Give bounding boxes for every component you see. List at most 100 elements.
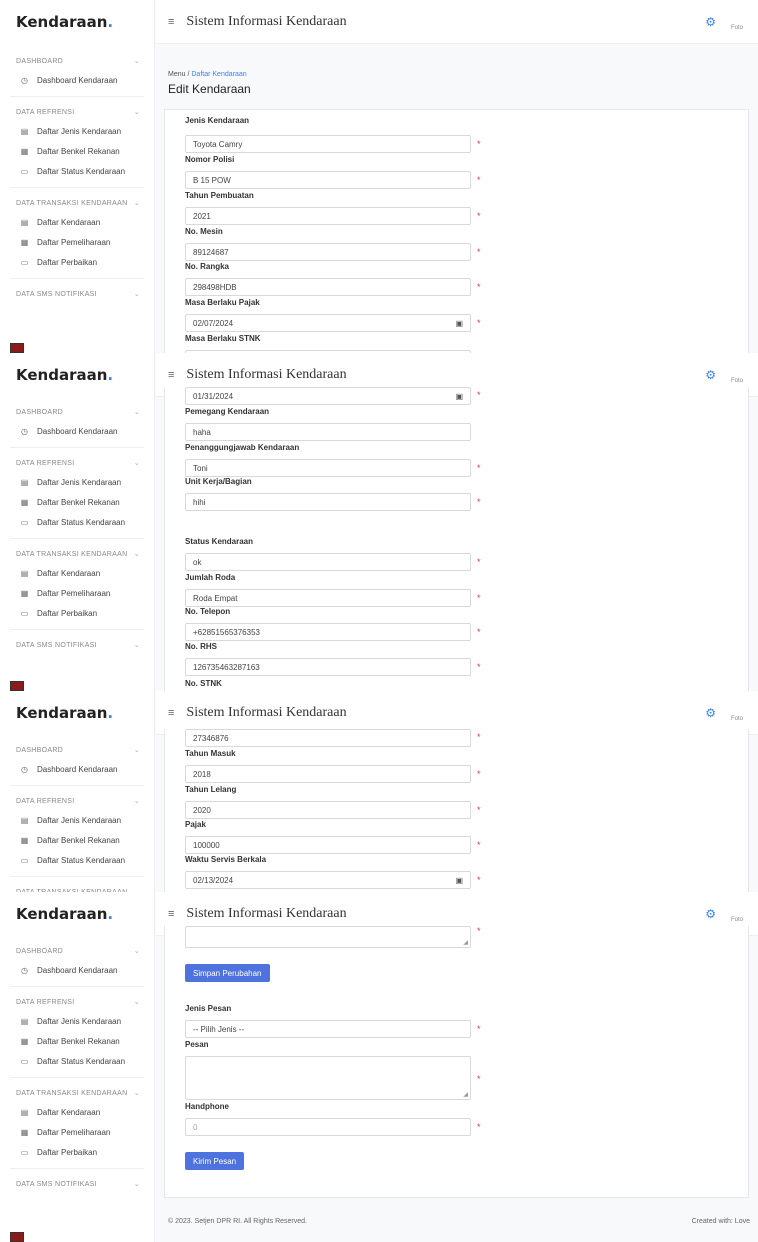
section-sms-notifikasi[interactable]: DATA SMS NOTIFIKASI ⌄ <box>0 636 154 654</box>
section-dashboard[interactable]: DASHBOARD ⌄ <box>0 741 154 759</box>
field-label: Tahun Pembuatan <box>185 191 254 200</box>
footer-logo <box>10 343 24 353</box>
section-data-refrensi[interactable]: DATA REFRENSI ⌄ <box>0 454 154 472</box>
pemegang-kendaraan-input[interactable]: haha <box>185 423 471 441</box>
sidebar-item-perbaikan[interactable]: ▭ Daftar Perbaikan <box>0 603 154 623</box>
brand-logo[interactable]: Kendaraan. <box>0 353 154 397</box>
required-mark: * <box>477 769 481 779</box>
sidebar-item-jenis-kendaraan[interactable]: ▤ Daftar Jenis Kendaraan <box>0 121 154 141</box>
no-rhs-input[interactable]: 126735463287163 <box>185 658 471 676</box>
sidebar-item-status-kendaraan[interactable]: ▭ Daftar Status Kendaraan <box>0 512 154 532</box>
calendar-icon[interactable]: ▣ <box>455 876 463 885</box>
sidebar-item-status-kendaraan[interactable]: ▭ Daftar Status Kendaraan <box>0 161 154 181</box>
sidebar-item-pemeliharaan[interactable]: ▦ Daftar Pemeliharaan <box>0 583 154 603</box>
sidebar-item-dashboard[interactable]: ◷ Dashboard Kendaraan <box>0 421 154 441</box>
sidebar-item-dashboard[interactable]: ◷ Dashboard Kendaraan <box>0 759 154 779</box>
tahun-pembuatan-input[interactable]: 2021 <box>185 207 471 225</box>
section-dashboard[interactable]: DASHBOARD ⌄ <box>0 52 154 70</box>
section-data-refrensi[interactable]: DATA REFRENSI ⌄ <box>0 103 154 121</box>
brand-logo[interactable]: Kendaraan. <box>0 0 154 44</box>
required-mark: * <box>477 875 481 885</box>
sidebar-item-jenis-kendaraan[interactable]: ▤ Daftar Jenis Kendaraan <box>0 810 154 830</box>
sidebar-item-jenis-kendaraan[interactable]: ▤ Daftar Jenis Kendaraan <box>0 472 154 492</box>
save-changes-button[interactable]: Simpan Perubahan <box>185 964 270 982</box>
jenis-kendaraan-input[interactable]: Toyota Camry <box>185 135 471 153</box>
jumlah-roda-input[interactable]: Roda Empat <box>185 589 471 607</box>
unit-kerja-input[interactable]: hihi <box>185 493 471 511</box>
sidebar-item-benkel-rekanan[interactable]: ▦ Daftar Benkel Rekanan <box>0 830 154 850</box>
brand-logo[interactable]: Kendaraan. <box>0 691 154 735</box>
calendar-icon[interactable]: ▣ <box>455 392 463 401</box>
send-message-button[interactable]: Kirim Pesan <box>185 1152 245 1170</box>
gear-icon[interactable]: ⚙ <box>705 368 716 382</box>
section-sms-notifikasi[interactable]: DATA SMS NOTIFIKASI ⌄ <box>0 285 154 303</box>
pesan-textarea[interactable]: ◢ <box>185 1056 471 1100</box>
handphone-input[interactable]: 0 <box>185 1118 471 1136</box>
avatar[interactable]: Foto <box>728 905 746 923</box>
gear-icon[interactable]: ⚙ <box>705 706 716 720</box>
sidebar: Kendaraan. DASHBOARD ⌄ ◷ Dashboard Kendara… <box>0 0 155 353</box>
sidebar-item-benkel-rekanan[interactable]: ▦ Daftar Benkel Rekanan <box>0 492 154 512</box>
section-dashboard[interactable]: DASHBOARD ⌄ <box>0 942 154 960</box>
section-data-transaksi[interactable]: DATA TRANSAKSI KENDARAAN⌄ <box>0 194 154 212</box>
pajak-input[interactable]: 100000 <box>185 836 471 854</box>
sidebar-item-dashboard[interactable]: ◷ Dashboard Kendaraan <box>0 70 154 90</box>
section-data-transaksi[interactable]: DATA TRANSAKSI KENDARAAN⌄ <box>0 1084 154 1102</box>
menu-toggle-icon[interactable]: ≡ <box>168 16 174 28</box>
table-icon: ▤ <box>20 815 29 825</box>
chevron-down-icon: ⌄ <box>133 200 140 207</box>
calendar-icon[interactable]: ▣ <box>455 319 463 328</box>
required-mark: * <box>477 805 481 815</box>
section-sms-notifikasi[interactable]: DATA SMS NOTIFIKASI ⌄ <box>0 1175 154 1193</box>
sidebar-item-dashboard[interactable]: ◷ Dashboard Kendaraan <box>0 960 154 980</box>
resize-grip-icon[interactable]: ◢ <box>463 939 468 946</box>
section-dashboard[interactable]: DASHBOARD ⌄ <box>0 403 154 421</box>
menu-toggle-icon[interactable]: ≡ <box>168 369 174 381</box>
resize-grip-icon[interactable]: ◢ <box>463 1091 468 1098</box>
credit-text: Created with: Love <box>691 1218 750 1225</box>
avatar[interactable]: Foto <box>728 366 746 384</box>
sidebar-item-benkel-rekanan[interactable]: ▦ Daftar Benkel Rekanan <box>0 1031 154 1051</box>
sidebar-item-perbaikan[interactable]: ▭ Daftar Perbaikan <box>0 1142 154 1162</box>
sidebar-item-status-kendaraan[interactable]: ▭ Daftar Status Kendaraan <box>0 850 154 870</box>
sidebar-item-kendaraan[interactable]: ▤ Daftar Kendaraan <box>0 563 154 583</box>
gear-icon[interactable]: ⚙ <box>705 907 716 921</box>
section-data-transaksi[interactable]: DATA TRANSAKSI KENDARAAN⌄ <box>0 883 154 893</box>
avatar[interactable]: Foto <box>728 13 746 31</box>
table-icon: ▤ <box>20 477 29 487</box>
no-stnk-input[interactable]: 27346876 <box>185 729 471 747</box>
sidebar-item-status-kendaraan[interactable]: ▭ Daftar Status Kendaraan <box>0 1051 154 1071</box>
section-data-refrensi[interactable]: DATA REFRENSI ⌄ <box>0 792 154 810</box>
sidebar-item-benkel-rekanan[interactable]: ▦ Daftar Benkel Rekanan <box>0 141 154 161</box>
no-telepon-input[interactable]: +62851565376353 <box>185 623 471 641</box>
sidebar-item-kendaraan[interactable]: ▤ Daftar Kendaraan <box>0 212 154 232</box>
waktu-servis-input[interactable]: 02/13/2024 ▣ <box>185 871 471 889</box>
sidebar-item-pemeliharaan[interactable]: ▦ Daftar Pemeliharaan <box>0 232 154 252</box>
divider <box>10 876 144 877</box>
penanggungjawab-input[interactable]: Toni <box>185 459 471 477</box>
masa-berlaku-pajak-input[interactable]: 02/07/2024 ▣ <box>185 314 471 332</box>
masa-berlaku-stnk-input[interactable]: 01/31/2024 ▣ <box>185 387 471 405</box>
sidebar-item-pemeliharaan[interactable]: ▦ Daftar Pemeliharaan <box>0 1122 154 1142</box>
nomor-polisi-input[interactable]: B 15 POW <box>185 171 471 189</box>
status-kendaraan-input[interactable]: ok <box>185 553 471 571</box>
gear-icon[interactable]: ⚙ <box>705 15 716 29</box>
breadcrumb-link[interactable]: Daftar Kendaraan <box>191 71 246 78</box>
tahun-masuk-input[interactable]: 2018 <box>185 765 471 783</box>
sidebar-item-kendaraan[interactable]: ▤ Daftar Kendaraan <box>0 1102 154 1122</box>
brand-logo[interactable]: Kendaraan. <box>0 892 154 936</box>
jenis-pesan-select[interactable]: -- Pilih Jenis -- <box>185 1020 471 1038</box>
menu-toggle-icon[interactable]: ≡ <box>168 908 174 920</box>
page-footer: © 2023. Setjen DPR RI. All Rights Reserv… <box>168 1218 750 1225</box>
previous-textarea[interactable]: ◢ <box>185 926 471 948</box>
no-rangka-input[interactable]: 298498HDB <box>185 278 471 296</box>
section-data-refrensi[interactable]: DATA REFRENSI ⌄ <box>0 993 154 1011</box>
no-mesin-input[interactable]: 89124687 <box>185 243 471 261</box>
section-data-transaksi[interactable]: DATA TRANSAKSI KENDARAAN⌄ <box>0 545 154 563</box>
chevron-down-icon: ⌄ <box>133 109 140 116</box>
avatar[interactable]: Foto <box>728 704 746 722</box>
sidebar-item-jenis-kendaraan[interactable]: ▤ Daftar Jenis Kendaraan <box>0 1011 154 1031</box>
tahun-lelang-input[interactable]: 2020 <box>185 801 471 819</box>
sidebar-item-perbaikan[interactable]: ▭ Daftar Perbaikan <box>0 252 154 272</box>
menu-toggle-icon[interactable]: ≡ <box>168 707 174 719</box>
